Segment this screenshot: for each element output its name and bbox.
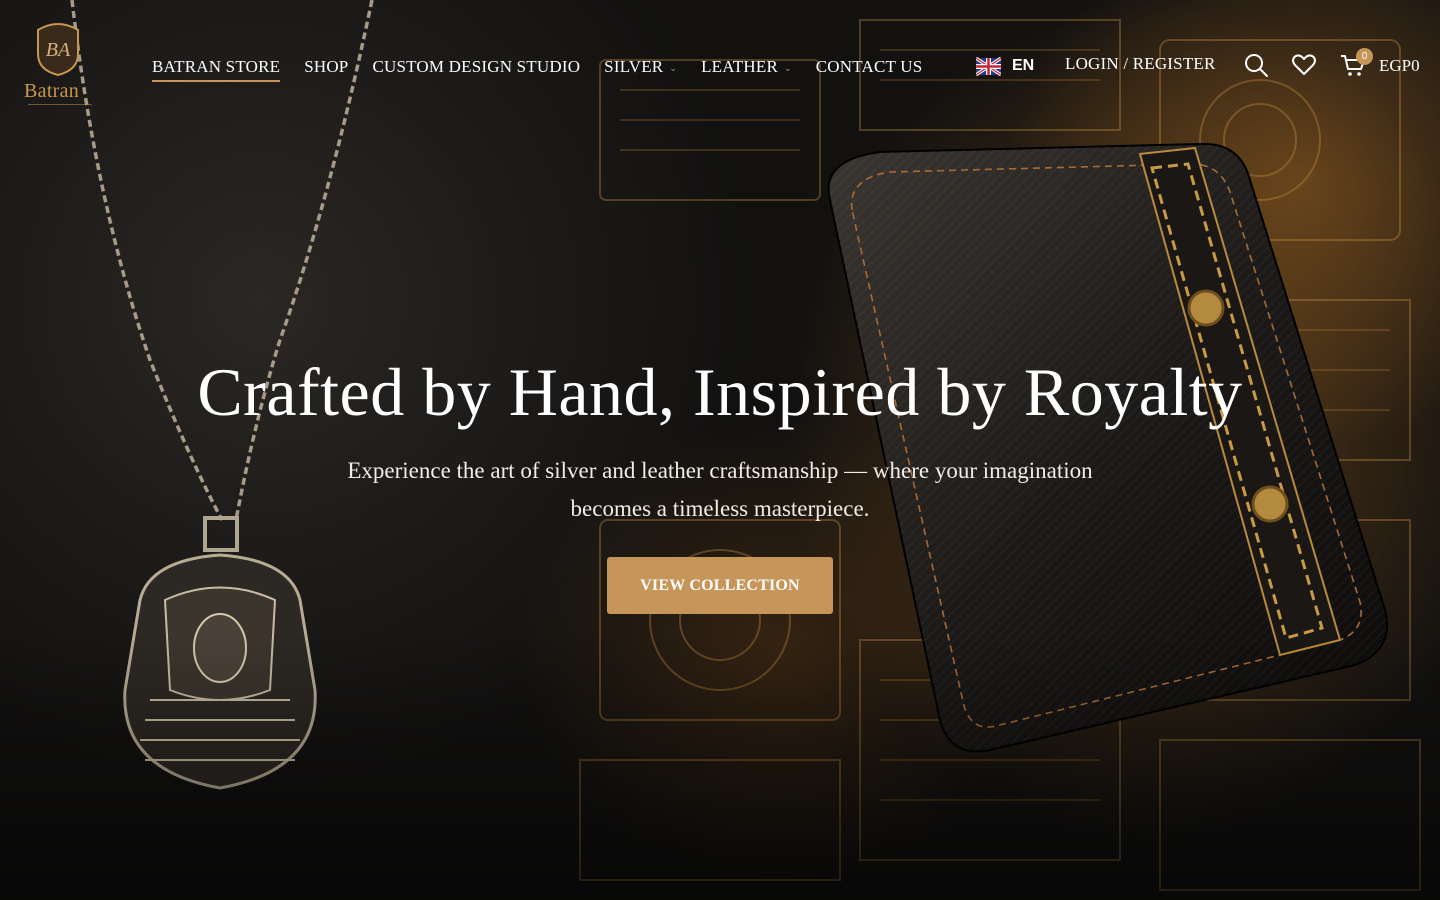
hero-vignette <box>0 0 1440 900</box>
nav-item-leather[interactable]: LEATHER ⌄ <box>701 54 792 80</box>
nav-item-label: BATRAN STORE <box>152 57 281 76</box>
nav-item-label: SHOP <box>304 57 349 76</box>
uk-flag-icon <box>976 56 1001 76</box>
nav-item-custom-design-studio[interactable]: CUSTOM DESIGN STUDIO <box>372 54 580 80</box>
hero-subtitle-line-2: becomes a timeless masterpiece. <box>570 496 870 521</box>
login-register-link[interactable]: LOGIN / REGISTER <box>1065 54 1216 74</box>
language-code: EN <box>1012 57 1035 74</box>
hero-title: Crafted by Hand, Inspired by Royalty <box>197 354 1243 430</box>
nav-item-contact-us[interactable]: CONTACT US <box>816 54 923 80</box>
heart-icon[interactable] <box>1291 52 1317 78</box>
language-switcher[interactable]: EN <box>976 54 1034 78</box>
site-logo[interactable]: BA Batran <box>22 20 98 112</box>
main-nav: BATRAN STORE SHOP CUSTOM DESIGN STUDIO S… <box>152 54 923 82</box>
hero-subtitle-line-1: Experience the art of silver and leather… <box>347 458 1093 483</box>
svg-text:BA: BA <box>46 39 71 61</box>
chevron-down-icon: ⌄ <box>669 62 678 73</box>
search-icon[interactable] <box>1243 52 1269 78</box>
nav-item-shop[interactable]: SHOP <box>304 54 348 80</box>
view-collection-button[interactable]: VIEW COLLECTION <box>607 557 833 614</box>
hero-section <box>0 0 1440 900</box>
nav-item-label: CUSTOM DESIGN STUDIO <box>372 57 581 76</box>
nav-item-label: SILVER <box>604 57 664 76</box>
site-header: BA Batran BATRAN STORE SHOP CUSTOM DESIG… <box>0 0 1440 130</box>
cart-total[interactable]: EGP0 <box>1379 56 1420 76</box>
hero-subtitle: Experience the art of silver and leather… <box>260 452 1180 528</box>
logo-badge-icon: BA <box>37 23 79 76</box>
nav-item-label: LEATHER <box>701 57 779 76</box>
nav-item-silver[interactable]: SILVER ⌄ <box>604 54 677 80</box>
cart-count-badge: 0 <box>1356 48 1373 65</box>
nav-item-label: CONTACT US <box>815 57 923 76</box>
logo-wordmark: Batran <box>24 80 80 102</box>
nav-item-batran-store[interactable]: BATRAN STORE <box>152 54 281 82</box>
chevron-down-icon: ⌄ <box>784 62 792 73</box>
logo-underline <box>28 104 92 108</box>
